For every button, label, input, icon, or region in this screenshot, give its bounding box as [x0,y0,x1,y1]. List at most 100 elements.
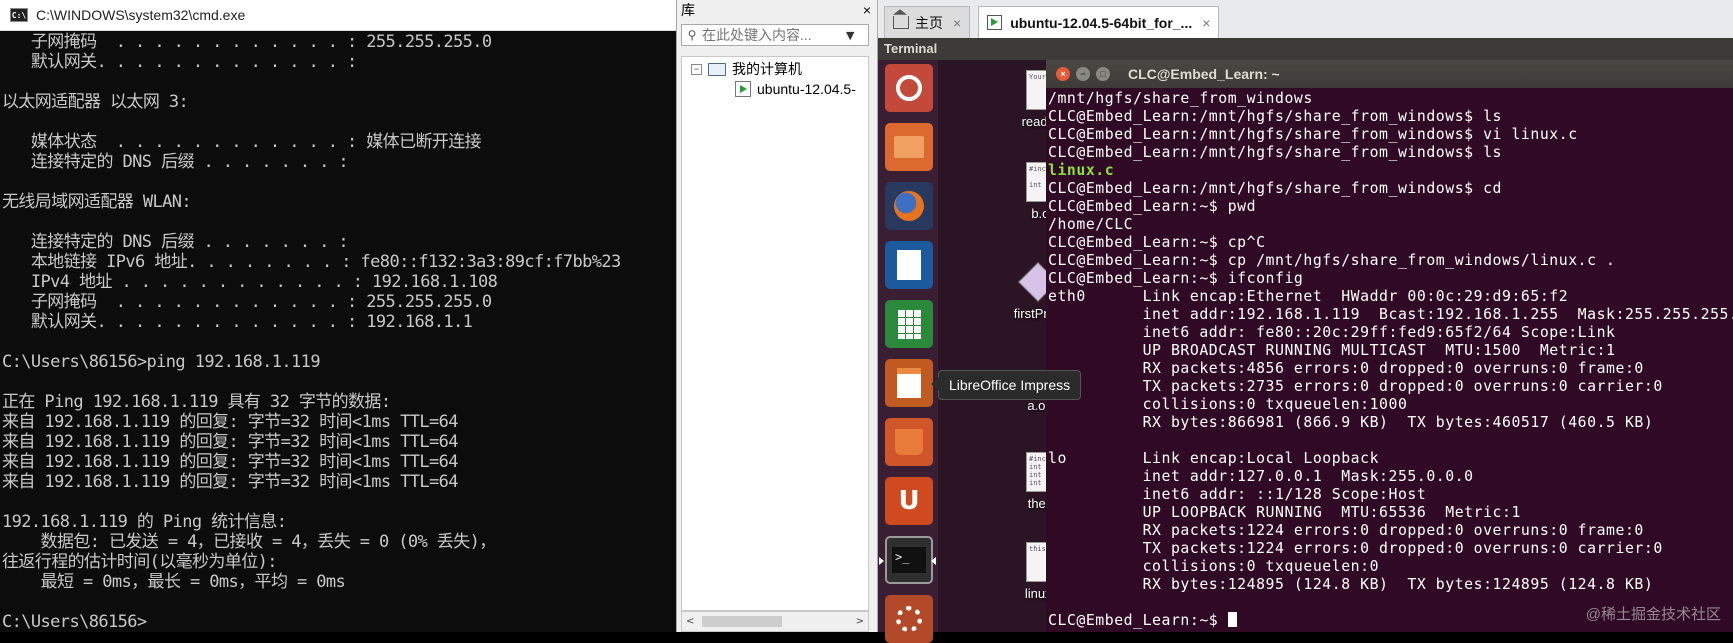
close-icon[interactable]: × [1056,67,1070,81]
ubuntu-one-icon[interactable]: U [885,477,933,525]
console-line: IPv4 地址 . . . . . . . . . . . . : 192.16… [2,272,498,292]
terminal-line: eth0 Link encap:Ethernet HWaddr 00:0c:29… [1048,288,1569,305]
firefox-icon[interactable] [885,182,933,230]
terminal-line: linux.c [1048,162,1115,179]
terminal-prompt-glyph: >_ [892,547,926,573]
vm-tab-bar: 主页 × ubuntu-12.04.5-64bit_for_... × [878,0,1733,38]
terminal-line: inet6 addr: fe80::20c:29ff:fed9:65f2/64 … [1048,324,1616,341]
scrollbar-thumb[interactable] [702,616,782,627]
terminal-line: CLC@Embed_Learn:/mnt/hgfs/share_from_win… [1048,180,1503,197]
library-panel: 库 × ⚲ ▼ − 我的计算机 ubuntu-12.04.5- < > [676,0,879,632]
console-line: 来自 192.168.1.119 的回复: 字节=32 时间<1ms TTL=6… [2,412,459,432]
globe-icon [894,191,924,221]
collapse-toggle-icon[interactable]: − [691,63,702,75]
terminal-line: RX bytes:866981 (866.9 KB) TX bytes:4605… [1048,414,1654,431]
software-center-icon[interactable] [885,418,933,466]
console-line: 往返行程的估计时间(以毫秒为单位): [2,552,278,572]
impress-icon[interactable] [885,359,933,407]
terminal-line: inet6 addr: ::1/128 Scope:Host [1048,486,1427,503]
folder-icon [894,136,924,158]
console-line: 默认网关. . . . . . . . . . . . . : 192.168.… [2,312,473,332]
tab-close-icon[interactable]: × [953,15,961,31]
home-icon [893,16,909,29]
cmd-title-bar[interactable]: C:\ C:\WINDOWS\system32\cmd.exe [0,0,676,31]
tab-label: 主页 [915,14,943,31]
console-line: 来自 192.168.1.119 的回复: 字节=32 时间<1ms TTL=6… [2,432,459,452]
minimize-icon[interactable]: − [1076,67,1090,81]
presentation-icon [897,368,921,398]
library-search-box[interactable]: ⚲ ▼ [681,24,869,46]
terminal-line: CLC@Embed_Learn:~$ cp /mnt/hgfs/share_fr… [1048,252,1616,269]
cmd-window-title: C:\WINDOWS\system32\cmd.exe [36,7,246,23]
terminal-line: CLC@Embed_Learn:~$ cp^C [1048,234,1266,251]
terminal-line: CLC@Embed_Learn:~$ ifconfig [1048,270,1304,287]
console-line: 正在 Ping 192.168.1.119 具有 32 字节的数据: [2,392,391,412]
tab-home[interactable]: 主页 × [884,6,971,38]
scroll-left-icon[interactable]: < [686,616,694,627]
files-icon[interactable] [885,123,933,171]
calc-icon[interactable] [885,300,933,348]
terminal-line: UP LOOPBACK RUNNING MTU:65536 Metric:1 [1048,504,1521,521]
ubuntu-logo-icon [896,75,922,101]
tree-node-label: 我的计算机 [732,61,802,77]
console-line: 连接特定的 DNS 后缀 . . . . . . . : [2,152,349,172]
tree-node-ubuntu-vm[interactable]: ubuntu-12.04.5- [682,79,868,99]
spreadsheet-icon [897,309,921,339]
vmware-workspace: 主页 × ubuntu-12.04.5-64bit_for_... × Term… [878,0,1733,643]
search-icon: ⚲ [687,28,697,42]
console-line: 默认网关. . . . . . . . . . . . . : [2,52,357,72]
library-horizontal-scrollbar[interactable]: < > [681,611,869,632]
terminal-line: inet addr:192.168.1.119 Bcast:192.168.1.… [1048,306,1733,323]
document-icon [897,250,921,280]
tab-label: ubuntu-12.04.5-64bit_for_... [1010,14,1193,31]
computer-icon [708,62,726,76]
tab-close-icon[interactable]: × [1202,15,1210,31]
tree-node-my-computer[interactable]: − 我的计算机 [682,59,868,79]
console-line: 来自 192.168.1.119 的回复: 字节=32 时间<1ms TTL=6… [2,452,459,472]
tree-node-label: ubuntu-12.04.5- [757,81,856,97]
gear-icon [896,606,922,632]
console-line: 数据包: 已发送 = 4，已接收 = 4，丢失 = 0 (0% 丢失)， [2,532,497,552]
tab-ubuntu-vm[interactable]: ubuntu-12.04.5-64bit_for_... × [978,6,1220,38]
console-line: 最短 = 0ms，最长 = 0ms，平均 = 0ms [2,572,346,592]
terminal-line: RX bytes:124895 (124.8 KB) TX bytes:1248… [1048,576,1654,593]
terminal-line: /mnt/hgfs/share_from_windows [1048,90,1313,107]
library-header: 库 × [677,0,877,20]
ubuntu-launcher: U >_ [878,60,938,643]
cmd-app-icon: C:\ [10,8,28,22]
cmd-console-output[interactable]: 子网掩码 . . . . . . . . . . . . : 255.255.2… [2,32,674,632]
scroll-right-icon[interactable]: > [856,616,864,627]
terminal-line: CLC@Embed_Learn:/mnt/hgfs/share_from_win… [1048,126,1578,143]
terminal-line: CLC@Embed_Learn:~$ pwd [1048,198,1257,215]
terminal-window[interactable]: × − □ CLC@Embed_Learn: ~ /mnt/hgfs/share… [1046,60,1733,632]
terminal-output[interactable]: /mnt/hgfs/share_from_windows CLC@Embed_Le… [1046,90,1733,632]
shopping-bag-icon [895,429,923,455]
terminal-line: /home/CLC [1048,216,1134,233]
library-tree: − 我的计算机 ubuntu-12.04.5- [681,56,869,611]
console-line: 192.168.1.119 的 Ping 统计信息: [2,512,287,532]
library-close-button[interactable]: × [863,2,871,18]
ubuntu-dash-icon[interactable] [885,64,933,112]
terminal-line: RX packets:1224 errors:0 dropped:0 overr… [1048,522,1644,539]
terminal-icon[interactable]: >_ [885,536,933,584]
writer-icon[interactable] [885,241,933,289]
terminal-line: UP BROADCAST RUNNING MULTICAST MTU:1500 … [1048,342,1616,359]
library-title: 库 [681,2,695,18]
launcher-tooltip: LibreOffice Impress [930,370,1082,400]
library-search-input[interactable] [702,27,842,43]
launcher-focus-indicator-icon [931,557,936,565]
cmd-window[interactable]: C:\ C:\WINDOWS\system32\cmd.exe 子网掩码 . .… [0,0,676,632]
console-line: 子网掩码 . . . . . . . . . . . . : 255.255.2… [2,292,492,312]
terminal-line: TX packets:2735 errors:0 dropped:0 overr… [1048,378,1663,395]
chevron-down-icon[interactable]: ▼ [842,29,854,42]
settings-icon[interactable] [885,595,933,643]
console-line: 子网掩码 . . . . . . . . . . . . : 255.255.2… [2,32,492,52]
terminal-title-bar[interactable]: × − □ CLC@Embed_Learn: ~ [1046,60,1733,88]
maximize-icon[interactable]: □ [1096,67,1110,81]
